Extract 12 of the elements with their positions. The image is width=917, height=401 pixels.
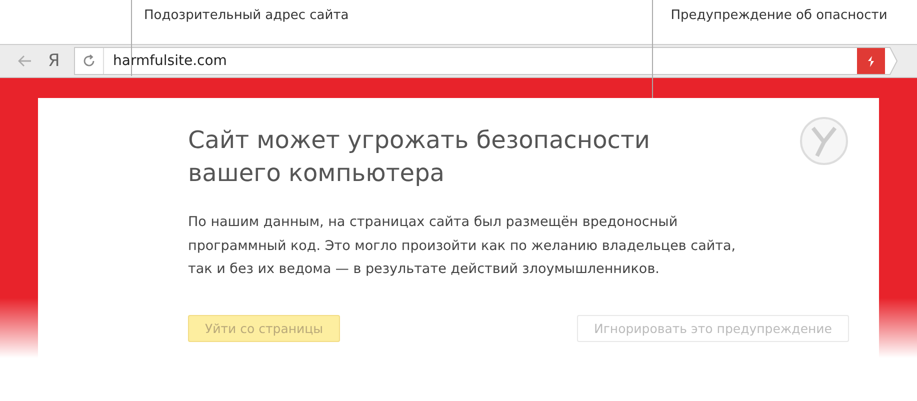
address-end-icon <box>885 47 899 75</box>
annotation-label: Предупреждение об опасности <box>670 7 888 25</box>
warning-title: Сайт может угрожать безопасности вашего компьютера <box>188 125 652 189</box>
logo-icon <box>799 116 849 166</box>
danger-badge[interactable] <box>857 48 885 74</box>
warning-text: По нашим данным, на страницах сайта был размещён вредоносный программный код. Это могло произойти как по желанию владельцев сайта, так и без их ведома — в результате действий злоумышленников. <box>188 213 737 279</box>
back-icon[interactable] <box>18 55 32 67</box>
annotation-label: Подозрительный адрес сайта <box>144 7 349 25</box>
reload-icon[interactable] <box>82 54 96 68</box>
browser-logo[interactable]: Я <box>48 51 74 71</box>
url-text: harmfulsite.com <box>113 53 228 69</box>
lightning-icon <box>867 56 875 66</box>
